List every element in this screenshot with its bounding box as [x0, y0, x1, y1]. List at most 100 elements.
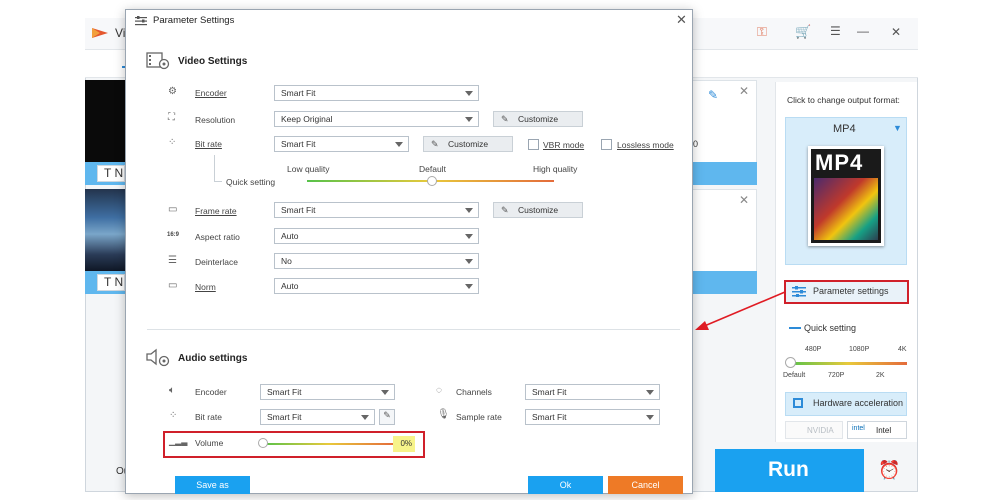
video-bitrate-select[interactable]: Smart Fit — [274, 136, 409, 152]
lossless-mode-label[interactable]: Lossless mode — [617, 140, 674, 150]
save-as-button[interactable]: Save as — [175, 476, 250, 494]
chevron-down-icon — [465, 208, 473, 213]
minimize-icon[interactable]: — — [857, 24, 869, 38]
resolution-value: Keep Original — [281, 114, 333, 124]
subtitle-selector-1[interactable]: T N — [97, 165, 125, 182]
norm-value: Auto — [281, 281, 299, 291]
deinterlace-select[interactable]: No — [274, 253, 479, 269]
sample-rate-select[interactable]: Smart Fit — [525, 409, 660, 425]
bitrate-icon: ⁘ — [168, 137, 177, 148]
lossless-mode-checkbox[interactable] — [601, 139, 612, 150]
resolution-slider-track[interactable] — [789, 362, 907, 365]
vbr-mode-checkbox[interactable] — [528, 139, 539, 150]
chevron-down-icon[interactable]: ▼ — [893, 123, 902, 133]
audio-settings-title: Audio settings — [178, 353, 248, 364]
deinterlace-icon: ☰ — [168, 255, 177, 266]
audio-bitrate-icon: ⁘ — [169, 410, 178, 421]
tree-line — [214, 155, 215, 182]
quick-setting-icon — [789, 327, 801, 329]
settings-sliders-icon — [135, 16, 147, 26]
menu-icon[interactable]: ☰ — [830, 24, 841, 38]
key-icon[interactable]: ⚿ — [757, 24, 767, 40]
framerate-customize-button[interactable]: ✎ Customize — [493, 202, 583, 218]
audio-bitrate-select[interactable]: Smart Fit — [260, 409, 375, 425]
intel-logo-icon: intel — [852, 425, 865, 432]
chevron-down-icon — [361, 415, 369, 420]
framerate-label[interactable]: Frame rate — [195, 206, 237, 216]
video-encoder-select[interactable]: Smart Fit — [274, 85, 479, 101]
aspect-ratio-label: Aspect ratio — [195, 232, 240, 242]
pencil-icon: ✎ — [501, 114, 509, 124]
remove-file-2-icon[interactable]: ✕ — [739, 193, 749, 207]
resolution-customize-button[interactable]: ✎ Customize — [493, 111, 583, 127]
quality-slider-knob[interactable] — [427, 176, 437, 186]
tree-line — [214, 181, 222, 182]
volume-label: Volume — [195, 438, 224, 448]
channels-label: Channels — [456, 387, 492, 397]
hardware-acceleration-label: Hardware acceleration — [813, 398, 904, 408]
file-thumbnail-1 — [85, 80, 125, 162]
audio-encoder-label: Encoder — [195, 387, 227, 397]
volume-bars-icon: ▁▂▃ — [169, 437, 188, 446]
output-format-hint: Click to change output format: — [787, 95, 900, 105]
chevron-down-icon — [465, 117, 473, 122]
bitrate-customize-button[interactable]: ✎ Customize — [423, 136, 513, 152]
cancel-button[interactable]: Cancel — [608, 476, 683, 494]
output-format-name: MP4 — [833, 123, 856, 135]
quality-quick-setting-label: Quick setting — [226, 177, 276, 187]
speaker-icon: 🔈︎ — [169, 385, 175, 396]
channels-value: Smart Fit — [532, 387, 567, 397]
res-label-2k: 2K — [876, 372, 885, 379]
channels-select[interactable]: Smart Fit — [525, 384, 660, 400]
framerate-select[interactable]: Smart Fit — [274, 202, 479, 218]
aspect-ratio-icon: 16:9 — [167, 232, 180, 238]
remove-file-1-icon[interactable]: ✕ — [739, 84, 749, 98]
framerate-icon: ▭ — [168, 204, 178, 215]
norm-label[interactable]: Norm — [195, 282, 216, 292]
aspect-ratio-select[interactable]: Auto — [274, 228, 479, 244]
video-encoder-label[interactable]: Encoder — [195, 88, 227, 98]
vbr-mode-label[interactable]: VBR mode — [543, 140, 584, 150]
audio-bitrate-edit-button[interactable]: ✎ — [379, 409, 395, 425]
pencil-icon: ✎ — [431, 139, 439, 149]
volume-slider-track[interactable] — [263, 443, 394, 445]
chevron-down-icon — [646, 390, 654, 395]
cart-icon[interactable]: 🛒 — [795, 24, 811, 40]
quick-setting-label: Quick setting — [804, 323, 857, 333]
dialog-title: Parameter Settings — [153, 15, 235, 26]
aspect-ratio-value: Auto — [281, 231, 299, 241]
pencil-icon: ✎ — [383, 410, 391, 420]
ok-button[interactable]: Ok — [528, 476, 603, 494]
volume-slider-knob[interactable] — [258, 438, 268, 448]
resolution-select[interactable]: Keep Original — [274, 111, 479, 127]
settings-sliders-icon — [792, 286, 806, 297]
annotation-arrow-param — [695, 291, 786, 330]
audio-encoder-value: Smart Fit — [267, 387, 302, 397]
subtitle-label-1: N — [114, 166, 124, 180]
volume-value: 0% — [393, 436, 415, 452]
deinterlace-label: Deinterlace — [195, 257, 238, 267]
quality-low-label: Low quality — [287, 164, 330, 174]
video-bitrate-label[interactable]: Bit rate — [195, 139, 222, 149]
encoder-icon: ⚙ — [168, 86, 177, 97]
chevron-down-icon — [381, 390, 389, 395]
mp4-image-text: MP4 — [815, 150, 864, 175]
resolution-slider-knob[interactable] — [785, 357, 796, 368]
subtitle-selector-2[interactable]: T N — [97, 274, 125, 291]
dialog-close-icon[interactable]: ✕ — [676, 12, 687, 28]
norm-select[interactable]: Auto — [274, 278, 479, 294]
section-divider — [147, 329, 680, 330]
chevron-down-icon — [395, 142, 403, 147]
chevron-down-icon — [646, 415, 654, 420]
video-settings-icon — [146, 52, 170, 70]
close-window-icon[interactable]: ✕ — [891, 25, 901, 39]
customize-label: Customize — [518, 205, 559, 215]
audio-encoder-select[interactable]: Smart Fit — [260, 384, 395, 400]
res-label-1080p: 1080P — [849, 346, 870, 353]
alarm-clock-icon[interactable]: ⏰ — [878, 460, 900, 481]
edit-pen-icon[interactable]: ✎ — [708, 88, 718, 102]
parameter-settings-label: Parameter settings — [813, 286, 889, 296]
app-title: Vi — [115, 26, 126, 40]
file-info-partial: 0 — [693, 139, 699, 149]
customize-label: Customize — [448, 139, 489, 149]
